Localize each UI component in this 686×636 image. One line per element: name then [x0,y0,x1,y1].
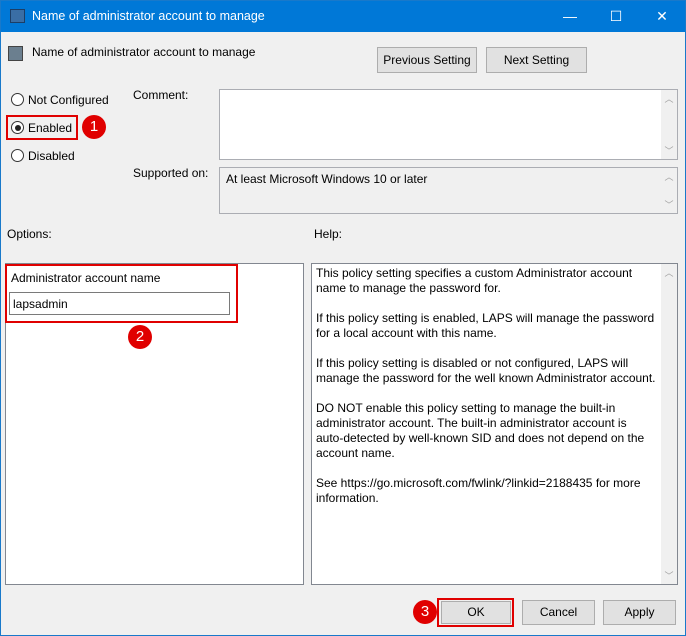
minimize-button[interactable]: — [547,1,593,32]
title-bar: Name of administrator account to manage … [1,1,685,32]
help-scrollbar[interactable]: ︿ ﹀ [661,264,677,584]
policy-app-icon [10,9,25,23]
supported-scrollbar[interactable]: ︿ ﹀ [661,168,677,213]
annotation-badge-1: 1 [82,115,106,139]
options-label: Options: [7,227,52,241]
comment-scrollbar[interactable]: ︿ ﹀ [661,90,677,159]
annotation-badge-2: 2 [128,325,152,349]
supported-on-box: At least Microsoft Windows 10 or later ︿… [219,167,678,214]
help-paragraph: This policy setting specifies a custom A… [316,266,633,295]
annotation-box-1 [6,115,78,140]
help-paragraph: DO NOT enable this policy setting to man… [316,401,645,460]
not-configured-radio[interactable] [11,93,24,106]
setting-title: Name of administrator account to manage [32,45,256,59]
annotation-box-3 [437,598,514,627]
help-label: Help: [314,227,343,241]
annotation-badge-3: 3 [413,600,437,624]
comment-textarea[interactable]: ︿ ﹀ [219,89,678,160]
window-title: Name of administrator account to manage [32,9,265,23]
help-panel: This policy setting specifies a custom A… [311,263,678,585]
help-paragraph: If this policy setting is disabled or no… [316,356,656,385]
help-paragraph[interactable]: See https://go.microsoft.com/fwlink/?lin… [316,476,657,506]
close-button[interactable]: ✕ [639,1,685,32]
not-configured-label[interactable]: Not Configured [28,93,109,107]
comment-label: Comment: [133,88,189,102]
supported-on-value: At least Microsoft Windows 10 or later [226,172,428,186]
supported-on-label: Supported on: [133,166,209,180]
next-setting-button[interactable]: Next Setting [486,47,587,73]
help-paragraph: If this policy setting is enabled, LAPS … [316,311,655,340]
disabled-radio[interactable] [11,149,24,162]
maximize-button[interactable]: ☐ [593,1,639,32]
apply-button[interactable]: Apply [603,600,676,625]
annotation-box-2 [5,264,238,323]
setting-icon [8,46,23,61]
disabled-label[interactable]: Disabled [28,149,75,163]
cancel-button[interactable]: Cancel [522,600,595,625]
previous-setting-button[interactable]: Previous Setting [377,47,477,73]
